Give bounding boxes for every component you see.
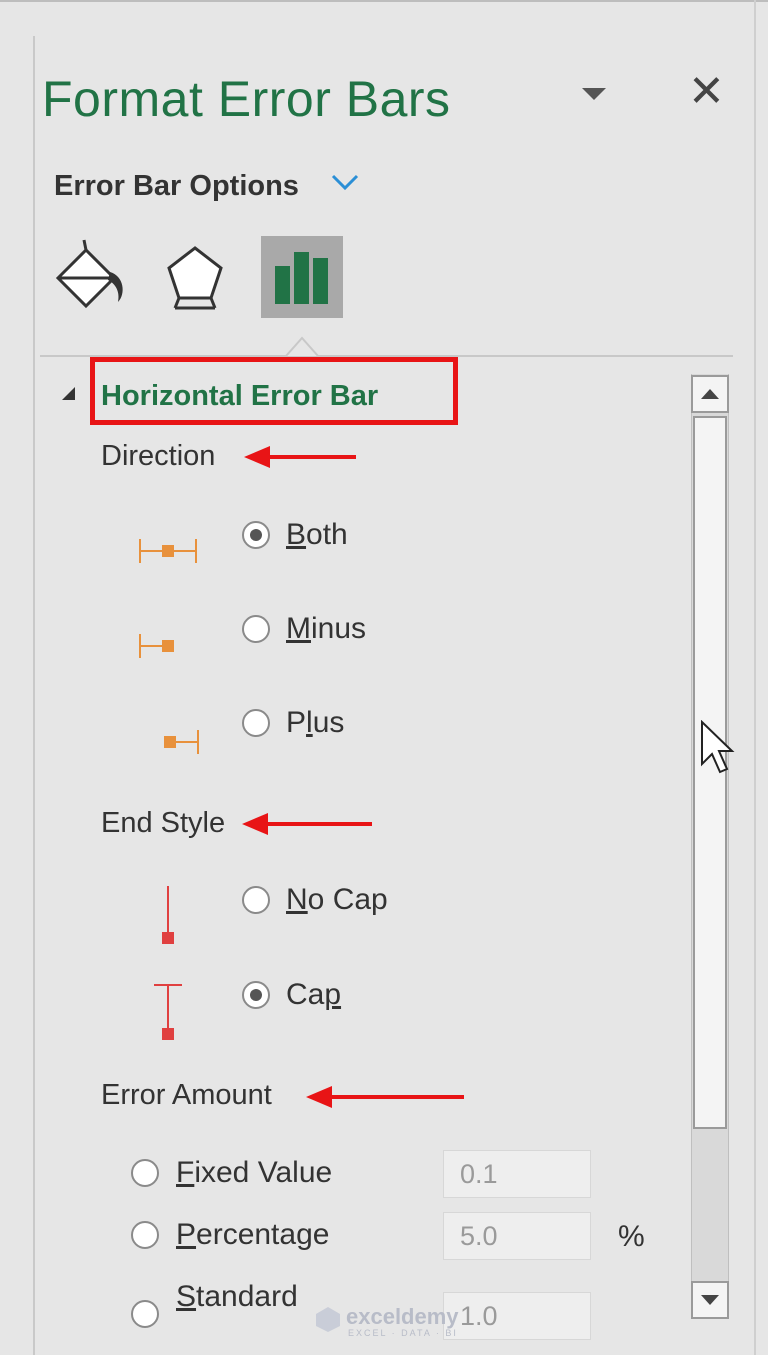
radio-standard-deviation[interactable] (131, 1300, 159, 1328)
scroll-down-arrow-icon (701, 1295, 719, 1305)
error-amount-label: Error Amount (101, 1079, 272, 1111)
task-pane-options-dropdown-icon[interactable] (582, 88, 606, 100)
both-direction-icon (139, 539, 197, 563)
scroll-down-button[interactable] (691, 1281, 729, 1319)
plus-direction-icon (164, 730, 199, 754)
option-percentage-label[interactable]: Percentage (176, 1218, 329, 1252)
radio-percentage[interactable] (131, 1221, 159, 1249)
minus-direction-icon (139, 634, 174, 658)
scroll-up-button[interactable] (691, 375, 729, 413)
annotation-arrow-end-style (266, 822, 372, 826)
option-no-cap-label[interactable]: No Cap (286, 883, 388, 917)
pentagon-icon (167, 246, 223, 310)
radio-minus[interactable] (242, 615, 270, 643)
tab-effects[interactable] (155, 236, 237, 318)
bar-chart-icon (275, 252, 328, 304)
fixed-value-input[interactable]: 0.1 (443, 1150, 591, 1198)
chevron-down-icon[interactable] (330, 172, 360, 192)
collapse-triangle-icon[interactable] (62, 387, 75, 400)
percent-unit-label: % (618, 1220, 645, 1253)
option-fixed-value-label[interactable]: Fixed Value (176, 1156, 332, 1190)
tab-fill-line[interactable] (50, 236, 132, 318)
standard-deviation-input[interactable]: 1.0 (443, 1292, 591, 1340)
annotation-arrowhead-direction (244, 446, 270, 468)
panel-title: Format Error Bars (42, 71, 451, 127)
error-bar-options-dropdown[interactable]: Error Bar Options (54, 170, 299, 203)
annotation-arrow-direction (268, 455, 356, 459)
no-cap-icon (162, 886, 174, 944)
paint-bucket-icon (55, 239, 123, 309)
watermark-name: exceldemy (346, 1304, 459, 1329)
selected-tab-pointer (285, 336, 319, 357)
radio-fixed-value[interactable] (131, 1159, 159, 1187)
annotation-arrowhead-error-amount (306, 1086, 332, 1108)
radio-cap[interactable] (242, 981, 270, 1009)
cap-icon (154, 984, 182, 1040)
option-plus-label[interactable]: Plus (286, 706, 344, 740)
option-standard-deviation-label[interactable]: Standard (176, 1280, 298, 1314)
watermark-tagline: EXCEL · DATA · BI (348, 1328, 458, 1338)
option-minus-label[interactable]: Minus (286, 612, 366, 646)
exceldemy-logo-icon (316, 1307, 340, 1332)
radio-plus[interactable] (242, 709, 270, 737)
close-icon[interactable]: ✕ (688, 68, 725, 116)
radio-both[interactable] (242, 521, 270, 549)
option-cap-label[interactable]: Cap (286, 978, 341, 1012)
direction-label: Direction (101, 440, 216, 472)
annotation-arrowhead-end-style (242, 813, 268, 835)
highlight-box (90, 357, 458, 425)
panel-left-border (33, 36, 35, 1355)
scroll-up-arrow-icon (701, 389, 719, 399)
tab-error-bar-options[interactable] (261, 236, 343, 318)
percentage-input[interactable]: 5.0 (443, 1212, 591, 1260)
option-both-label[interactable]: Both (286, 518, 348, 552)
panel-top-border (0, 0, 768, 2)
end-style-label: End Style (101, 807, 226, 839)
mouse-cursor-icon (701, 720, 735, 774)
radio-no-cap[interactable] (242, 886, 270, 914)
annotation-arrow-error-amount (330, 1095, 464, 1099)
panel-right-border (754, 0, 756, 1355)
